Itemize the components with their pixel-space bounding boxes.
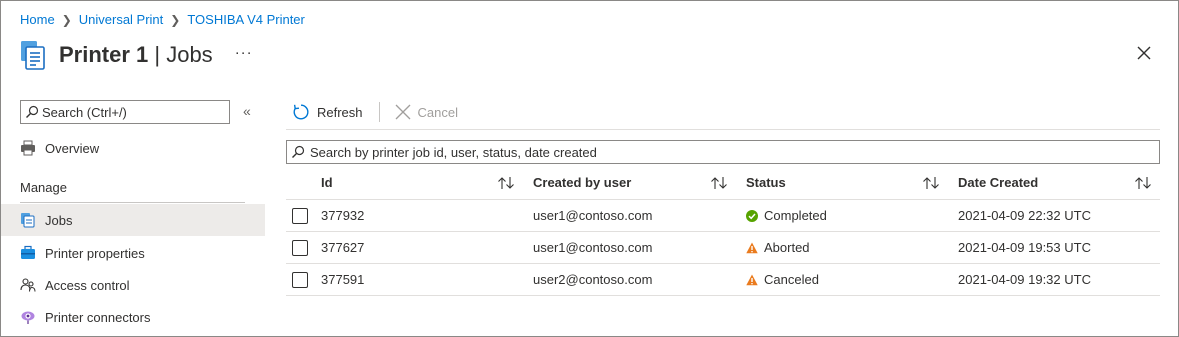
jobs-filter-input[interactable] [310,144,1150,160]
search-icon [26,105,39,118]
status-text: Aborted [764,240,810,255]
toolbar-divider-line [286,129,1160,130]
jobs-icon [20,212,36,228]
sort-icon[interactable] [710,176,728,190]
sidebar-item-jobs[interactable]: Jobs [1,204,265,236]
warning-icon [746,242,758,253]
resource-menu-search [20,100,230,124]
table-row[interactable]: 377627 user1@contoso.com Aborted 2021-04… [286,232,1160,264]
page-title: Printer 1 | Jobs [59,42,213,68]
cell-id: 377627 [321,240,365,255]
row-checkbox[interactable] [292,240,308,256]
chevron-right-icon: ❯ [170,12,181,27]
row-checkbox[interactable] [292,272,308,288]
cancel-icon [395,104,410,120]
column-header-id[interactable]: Id [321,175,333,190]
column-header-date-created[interactable]: Date Created [958,175,1038,190]
sidebar-item-label: Access control [45,277,130,293]
sidebar-item-label: Overview [45,140,100,156]
breadcrumb-universal-print[interactable]: Universal Print [79,12,164,27]
people-icon [20,277,36,293]
briefcase-icon [20,245,36,261]
sidebar-item-printer-properties[interactable]: Printer properties [1,237,265,269]
cell-user: user2@contoso.com [533,272,653,287]
portal-frame: Home ❯ Universal Print ❯ TOSHIBA V4 Prin… [0,0,1179,337]
row-checkbox[interactable] [292,208,308,224]
cell-status: Canceled [746,272,819,287]
refresh-icon [293,104,309,120]
sort-icon[interactable] [922,176,940,190]
cancel-button[interactable]: Cancel [395,104,458,120]
sidebar-item-label: Jobs [45,212,73,228]
more-options-button[interactable]: ··· [235,44,253,61]
resource-menu-search-input[interactable] [42,104,222,120]
cell-status: Aborted [746,240,810,255]
cell-user: user1@contoso.com [533,208,653,223]
sidebar-item-label: Printer properties [45,245,145,261]
chevron-right-icon: ❯ [61,12,72,27]
column-header-created-by-user[interactable]: Created by user [533,175,631,190]
success-check-icon [746,209,758,222]
refresh-button[interactable]: Refresh [292,103,363,121]
cancel-label: Cancel [417,104,458,120]
sort-icon[interactable] [1134,176,1152,190]
cell-date: 2021-04-09 19:53 UTC [958,240,1091,255]
sidebar-section-manage: Manage [20,180,67,195]
breadcrumb-home[interactable]: Home [20,12,55,27]
collapse-menu-button[interactable]: « [243,103,251,119]
printer-icon [20,140,36,156]
jobs-filter [286,140,1160,164]
divider [20,202,245,203]
status-text: Completed [764,208,827,223]
sidebar-item-printer-connectors[interactable]: Printer connectors [1,301,265,333]
toolbar-divider [378,102,380,122]
table-row[interactable]: 377932 user1@contoso.com Completed 2021-… [286,200,1160,232]
page-header: Printer 1 | Jobs ··· [20,37,253,73]
cell-status: Completed [746,208,827,223]
connector-icon [20,309,36,325]
close-icon[interactable] [1134,43,1154,63]
sidebar-item-overview[interactable]: Overview [1,132,265,164]
status-text: Canceled [764,272,819,287]
sidebar-item-access-control[interactable]: Access control [1,269,265,301]
table-row[interactable]: 377591 user2@contoso.com Canceled 2021-0… [286,264,1160,296]
warning-icon [746,274,758,285]
page-title-section: | Jobs [148,42,213,67]
sidebar-item-label: Printer connectors [45,309,151,325]
refresh-label: Refresh [317,104,363,120]
printer-jobs-icon [21,41,45,70]
cell-user: user1@contoso.com [533,240,653,255]
cell-date: 2021-04-09 22:32 UTC [958,208,1091,223]
sort-icon[interactable] [497,176,515,190]
page-title-resource: Printer 1 [59,42,149,67]
cell-date: 2021-04-09 19:32 UTC [958,272,1091,287]
breadcrumb-toshiba-printer[interactable]: TOSHIBA V4 Printer [187,12,305,27]
cell-id: 377591 [321,272,365,287]
command-bar: Refresh Cancel [292,101,458,123]
cell-id: 377932 [321,208,365,223]
search-icon [292,145,305,158]
column-header-status[interactable]: Status [746,175,786,190]
breadcrumb: Home ❯ Universal Print ❯ TOSHIBA V4 Prin… [20,12,305,27]
